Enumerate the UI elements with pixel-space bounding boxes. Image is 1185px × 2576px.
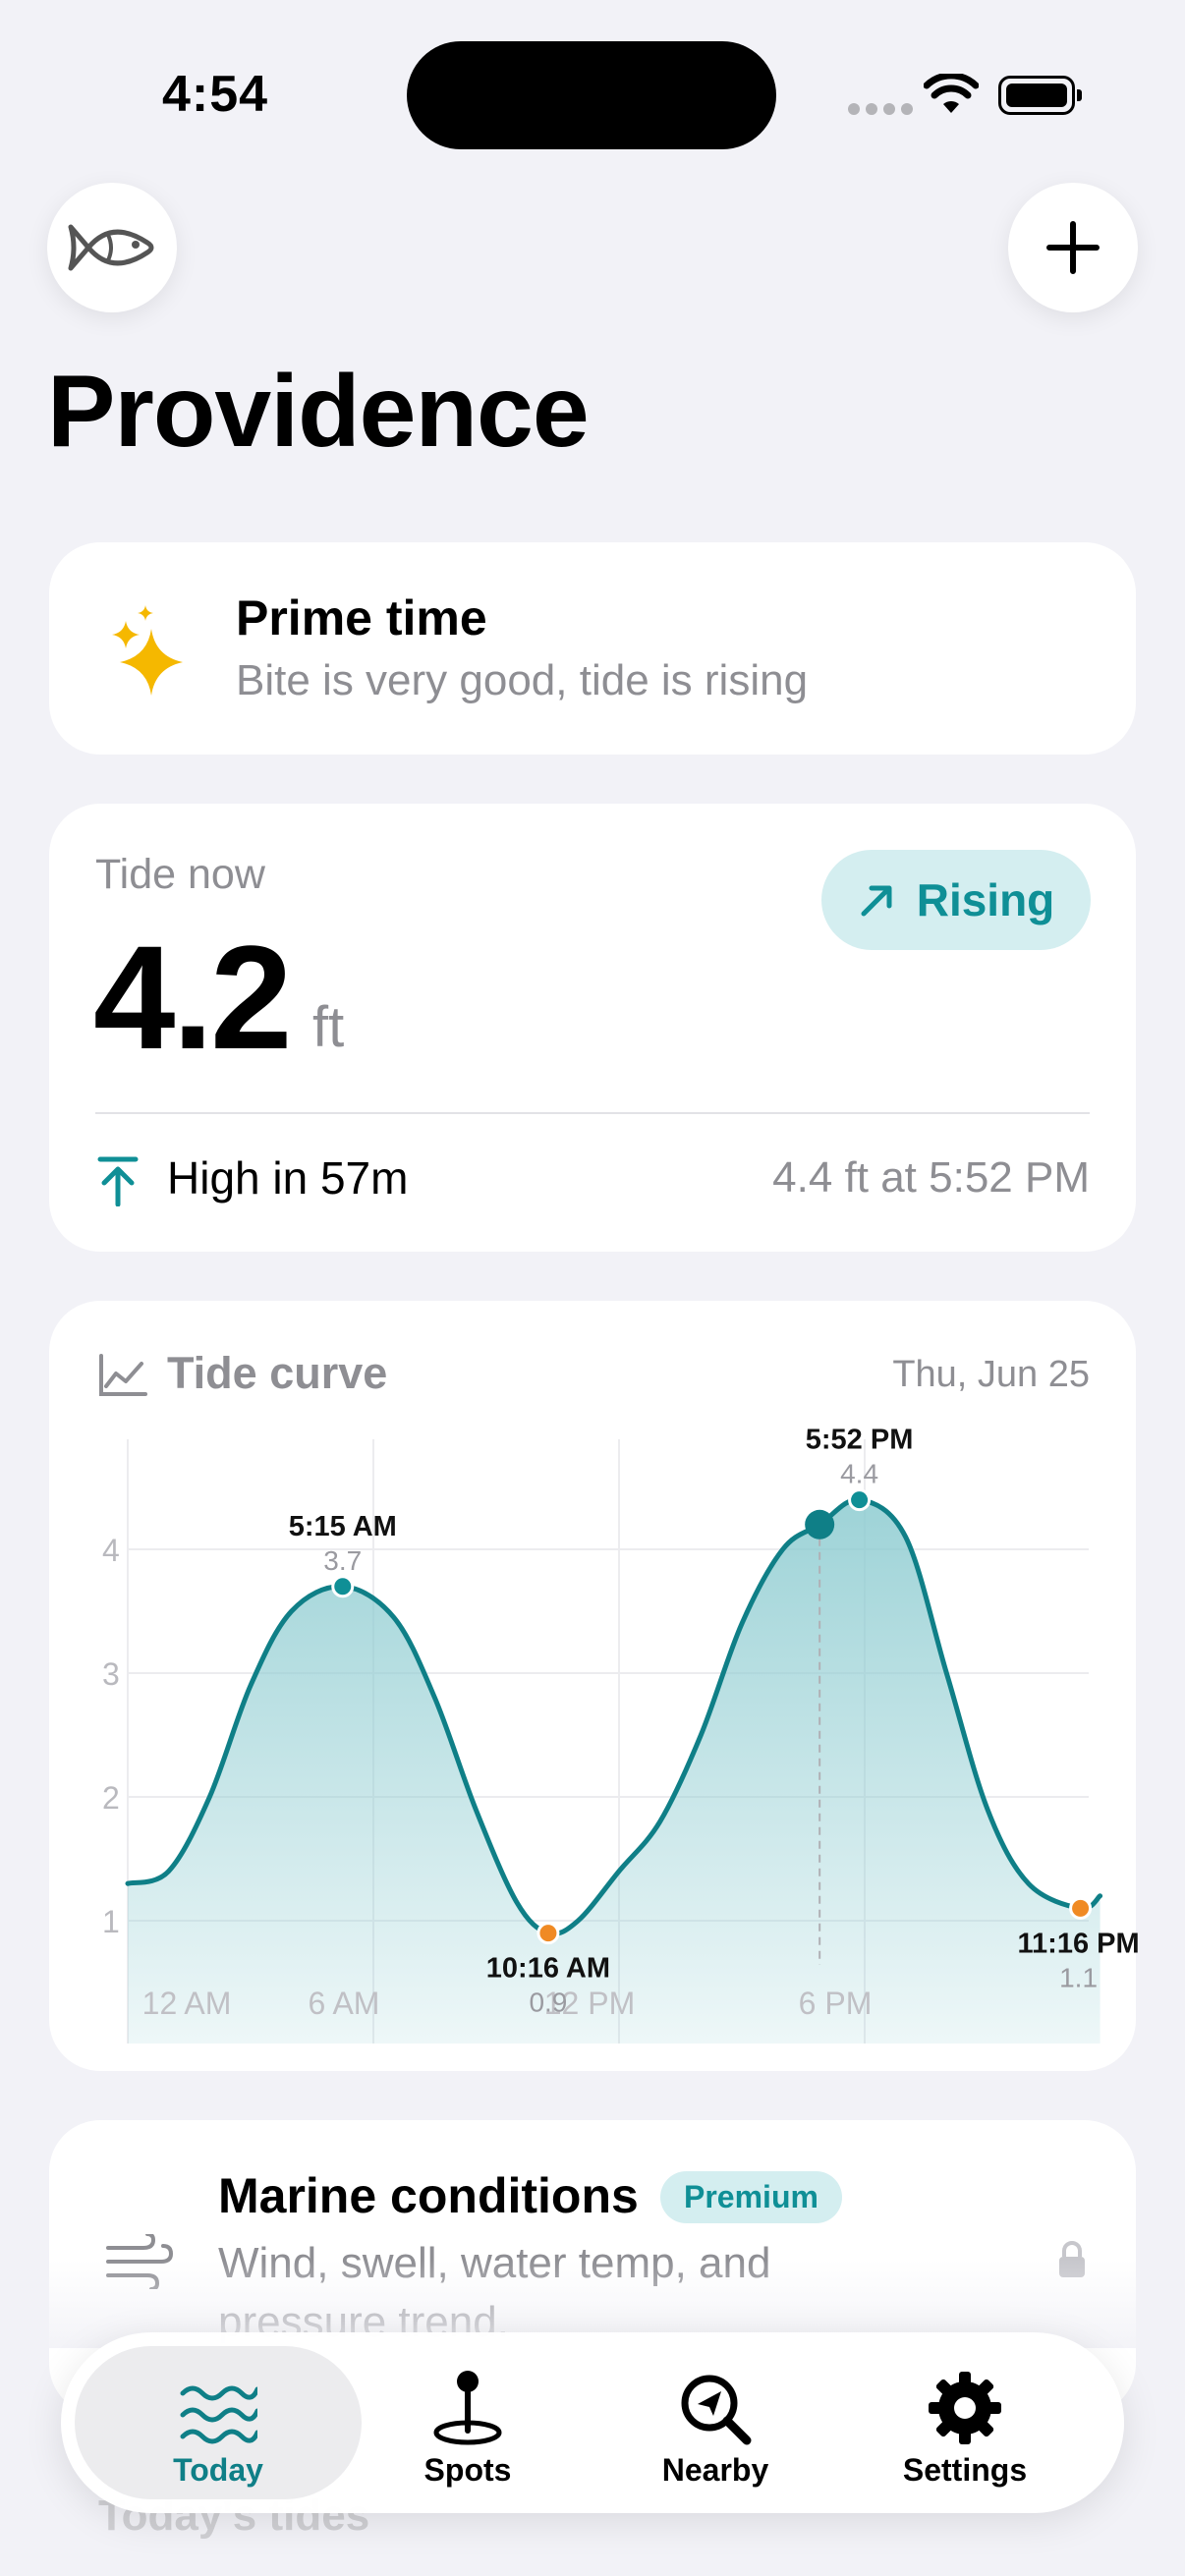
extreme-value-label: 1.1	[1059, 1962, 1098, 1992]
x-tick-label: 12 AM	[142, 1986, 232, 2021]
tab-settings-label: Settings	[902, 2452, 1028, 2488]
extreme-point	[536, 1922, 560, 1945]
extreme-value-label: 3.7	[323, 1545, 362, 1576]
extreme-time-label: 5:15 AM	[289, 1511, 397, 1542]
tab-spots[interactable]: Spots	[345, 2358, 591, 2489]
y-tick-label: 4	[102, 1533, 120, 1568]
x-tick-label: 6 PM	[799, 1986, 873, 2021]
tab-settings[interactable]: Settings	[842, 2358, 1088, 2489]
extreme-time-label: 11:16 PM	[1018, 1928, 1140, 1959]
extreme-point	[331, 1575, 355, 1598]
waves-icon	[180, 2385, 257, 2444]
tab-today[interactable]: Today	[95, 2358, 341, 2489]
extreme-value-label: 0.9	[529, 1988, 567, 2018]
gear-icon	[929, 2372, 1001, 2444]
extreme-point	[1069, 1896, 1093, 1920]
premium-badge: Premium	[660, 2171, 842, 2223]
now-marker	[805, 1509, 835, 1540]
x-tick-label: 6 AM	[309, 1986, 380, 2021]
extreme-point	[848, 1488, 872, 1512]
extreme-time-label: 10:16 AM	[486, 1953, 610, 1985]
marine-conditions-title: Marine conditions	[218, 2168, 639, 2223]
tab-spots-label: Spots	[423, 2452, 512, 2488]
y-tick-label: 3	[102, 1656, 120, 1692]
pin-icon	[433, 2371, 502, 2445]
y-tick-label: 2	[102, 1780, 120, 1816]
tab-today-label: Today	[173, 2452, 263, 2488]
y-tick-label: 1	[102, 1904, 120, 1939]
tide-area	[128, 1499, 1100, 2044]
extreme-value-label: 4.4	[840, 1459, 878, 1489]
tab-nearby-label: Nearby	[661, 2452, 769, 2488]
extreme-time-label: 5:52 PM	[806, 1425, 914, 1456]
search-location-icon	[681, 2375, 752, 2445]
tab-nearby[interactable]: Nearby	[592, 2358, 838, 2489]
